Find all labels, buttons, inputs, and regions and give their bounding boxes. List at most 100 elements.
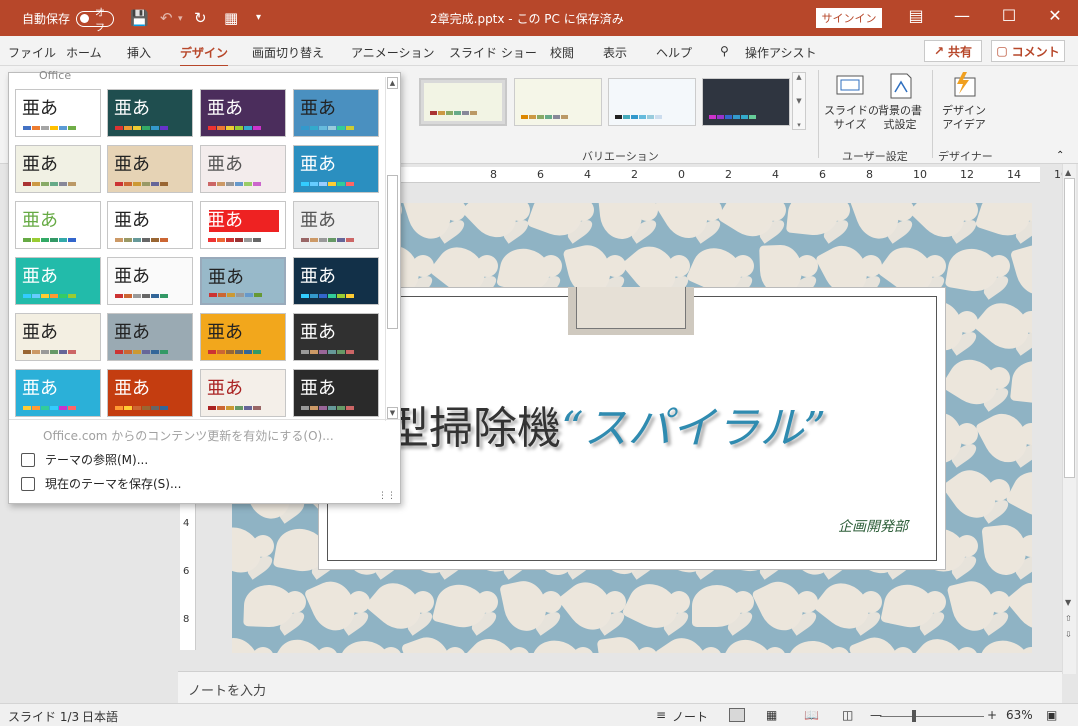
tab-help[interactable]: ヘルプ <box>656 44 692 61</box>
next-slide-icon[interactable]: ⇩ <box>1065 630 1072 639</box>
slide-size-button[interactable]: スライドの サイズ <box>824 72 879 132</box>
slide-sorter-icon[interactable]: ▦ <box>766 708 777 722</box>
scroll-up-icon[interactable]: ▲ <box>1065 168 1071 177</box>
theme-thumbnail[interactable]: 亜あ <box>200 89 286 137</box>
theme-thumbnail[interactable]: 亜あ <box>107 257 193 305</box>
reading-view-icon[interactable]: 📖 <box>804 708 819 722</box>
gallery-scrollbar[interactable]: ▲ ▼ <box>385 77 399 421</box>
ribbon-display-icon[interactable]: ▤ <box>901 6 931 25</box>
minimize-icon[interactable]: — <box>947 6 977 25</box>
theme-thumbnail[interactable]: 亜あ <box>107 89 193 137</box>
save-icon[interactable]: 💾 <box>130 9 149 27</box>
scroll-thumb[interactable] <box>1064 178 1075 478</box>
signin-button[interactable]: サインイン <box>816 8 882 28</box>
theme-thumbnail[interactable]: 亜あ <box>293 369 379 417</box>
share-button[interactable]: ↗ 共有 <box>924 40 982 62</box>
autosave-control[interactable]: 自動保存 オフ <box>22 8 115 34</box>
variant-1[interactable] <box>419 78 507 126</box>
normal-view-icon[interactable] <box>729 708 745 722</box>
notes-toggle-icon[interactable]: ≡ <box>656 708 666 722</box>
tab-review[interactable]: 校閲 <box>550 44 574 61</box>
design-ideas-button[interactable]: デザイン アイデア <box>938 72 990 132</box>
theme-thumbnail[interactable]: 亜あ <box>200 313 286 361</box>
scroll-up-icon[interactable]: ▲ <box>796 73 801 81</box>
theme-thumbnail[interactable]: 亜あ <box>200 201 286 249</box>
theme-thumbnail[interactable]: 亜あ <box>293 201 379 249</box>
zoom-in-icon[interactable]: + <box>987 708 997 722</box>
scroll-down-icon[interactable]: ▼ <box>796 97 801 105</box>
theme-thumbnail[interactable]: 亜あ <box>107 369 193 417</box>
language-indicator[interactable]: 日本語 <box>82 708 118 725</box>
theme-thumbnail[interactable]: 亜あ <box>107 201 193 249</box>
theme-thumbnail[interactable]: 亜あ <box>293 89 379 137</box>
theme-thumbnail[interactable]: 亜あ <box>15 89 101 137</box>
gallery-scroll-thumb[interactable] <box>387 175 398 329</box>
theme-thumbnail[interactable]: 亜あ <box>200 257 286 305</box>
maximize-icon[interactable]: ☐ <box>994 6 1024 25</box>
slide-subtitle[interactable]: 企画開発部 <box>838 516 908 536</box>
theme-thumbnail[interactable]: 亜あ <box>200 145 286 193</box>
collapse-ribbon-icon[interactable]: ⌃ <box>1056 150 1064 161</box>
scroll-up-icon[interactable]: ▲ <box>387 77 398 89</box>
pattern-shape <box>1009 240 1032 300</box>
theme-thumbnail[interactable]: 亜あ <box>15 369 101 417</box>
theme-thumbnail[interactable]: 亜あ <box>15 201 101 249</box>
slide-title[interactable]: 型掃除機“スパイラル” <box>385 392 826 456</box>
customize-qat-icon[interactable]: ▾ <box>256 12 261 23</box>
vertical-scrollbar[interactable]: ▲ ▼ ⇧ ⇩ <box>1062 164 1076 674</box>
zoom-slider-thumb[interactable] <box>912 710 916 722</box>
theme-thumbnail[interactable]: 亜あ <box>293 145 379 193</box>
comment-button[interactable]: ▢ コメント <box>991 40 1065 62</box>
share-label: 共有 <box>948 44 973 59</box>
variant-2[interactable] <box>514 78 602 126</box>
variant-4[interactable] <box>702 78 790 126</box>
theme-thumbnail[interactable]: 亜あ <box>107 313 193 361</box>
pattern-shape <box>508 203 530 221</box>
theme-thumbnail[interactable]: 亜あ <box>15 257 101 305</box>
redo-icon[interactable]: ↻ <box>194 9 207 27</box>
design-ideas-icon <box>949 72 979 100</box>
variants-scroll[interactable]: ▲ ▼ ▾ <box>792 72 806 130</box>
browse-themes-item[interactable]: テーマの参照(M)... <box>21 451 148 468</box>
tab-design[interactable]: デザイン <box>180 44 229 68</box>
theme-thumbnail[interactable]: 亜あ <box>15 145 101 193</box>
tab-transitions[interactable]: 画面切り替え <box>252 44 324 61</box>
theme-thumbnail[interactable]: 亜あ <box>15 313 101 361</box>
tab-insert[interactable]: 挿入 <box>127 44 151 61</box>
theme-thumbnail[interactable]: 亜あ <box>200 369 286 417</box>
undo-dropdown-icon[interactable]: ▾ <box>178 14 183 24</box>
tab-home[interactable]: ホーム <box>66 44 102 61</box>
previous-slide-icon[interactable]: ⇧ <box>1065 614 1072 623</box>
notes-toggle-button[interactable]: ノート <box>672 708 708 725</box>
slideshow-icon[interactable]: ◫ <box>842 708 853 722</box>
variant-3[interactable] <box>608 78 696 126</box>
ruler-mark: 2 <box>631 168 638 181</box>
resize-grip-icon[interactable]: ⋮⋮ <box>378 491 396 501</box>
tab-animations[interactable]: アニメーション <box>351 44 435 61</box>
autosave-toggle[interactable]: オフ <box>76 8 115 34</box>
group-separator <box>818 70 819 158</box>
tell-me-search[interactable]: 操作アシスト <box>745 44 817 61</box>
variant-color-swatches <box>521 115 568 119</box>
theme-thumbnail[interactable]: 亜あ <box>293 257 379 305</box>
format-background-button[interactable]: 背景の書 式設定 <box>874 72 926 132</box>
search-icon[interactable]: ⚲ <box>720 44 729 58</box>
tab-file[interactable]: ファイル <box>8 44 56 61</box>
presentation-icon[interactable]: ▦ <box>224 9 238 27</box>
close-icon[interactable]: ✕ <box>1040 6 1070 25</box>
undo-icon[interactable]: ↶ <box>160 9 173 27</box>
fit-to-window-icon[interactable]: ▣ <box>1046 708 1057 722</box>
zoom-level[interactable]: 63% <box>1006 708 1033 722</box>
theme-sample-text: 亜あ <box>114 210 150 231</box>
scroll-down-icon[interactable]: ▼ <box>1065 598 1071 607</box>
save-theme-item[interactable]: 現在のテーマを保存(S)... <box>21 475 181 492</box>
zoom-slider[interactable] <box>880 716 984 717</box>
more-variants-icon[interactable]: ▾ <box>797 121 801 129</box>
zoom-out-icon[interactable]: — <box>870 708 882 722</box>
theme-thumbnail[interactable]: 亜あ <box>107 145 193 193</box>
scroll-down-icon[interactable]: ▼ <box>387 407 398 419</box>
theme-thumbnail[interactable]: 亜あ <box>293 313 379 361</box>
tab-view[interactable]: 表示 <box>603 44 627 61</box>
tab-slideshow[interactable]: スライド ショー <box>449 44 537 61</box>
notes-pane[interactable]: ノートを入力 <box>178 671 1062 703</box>
